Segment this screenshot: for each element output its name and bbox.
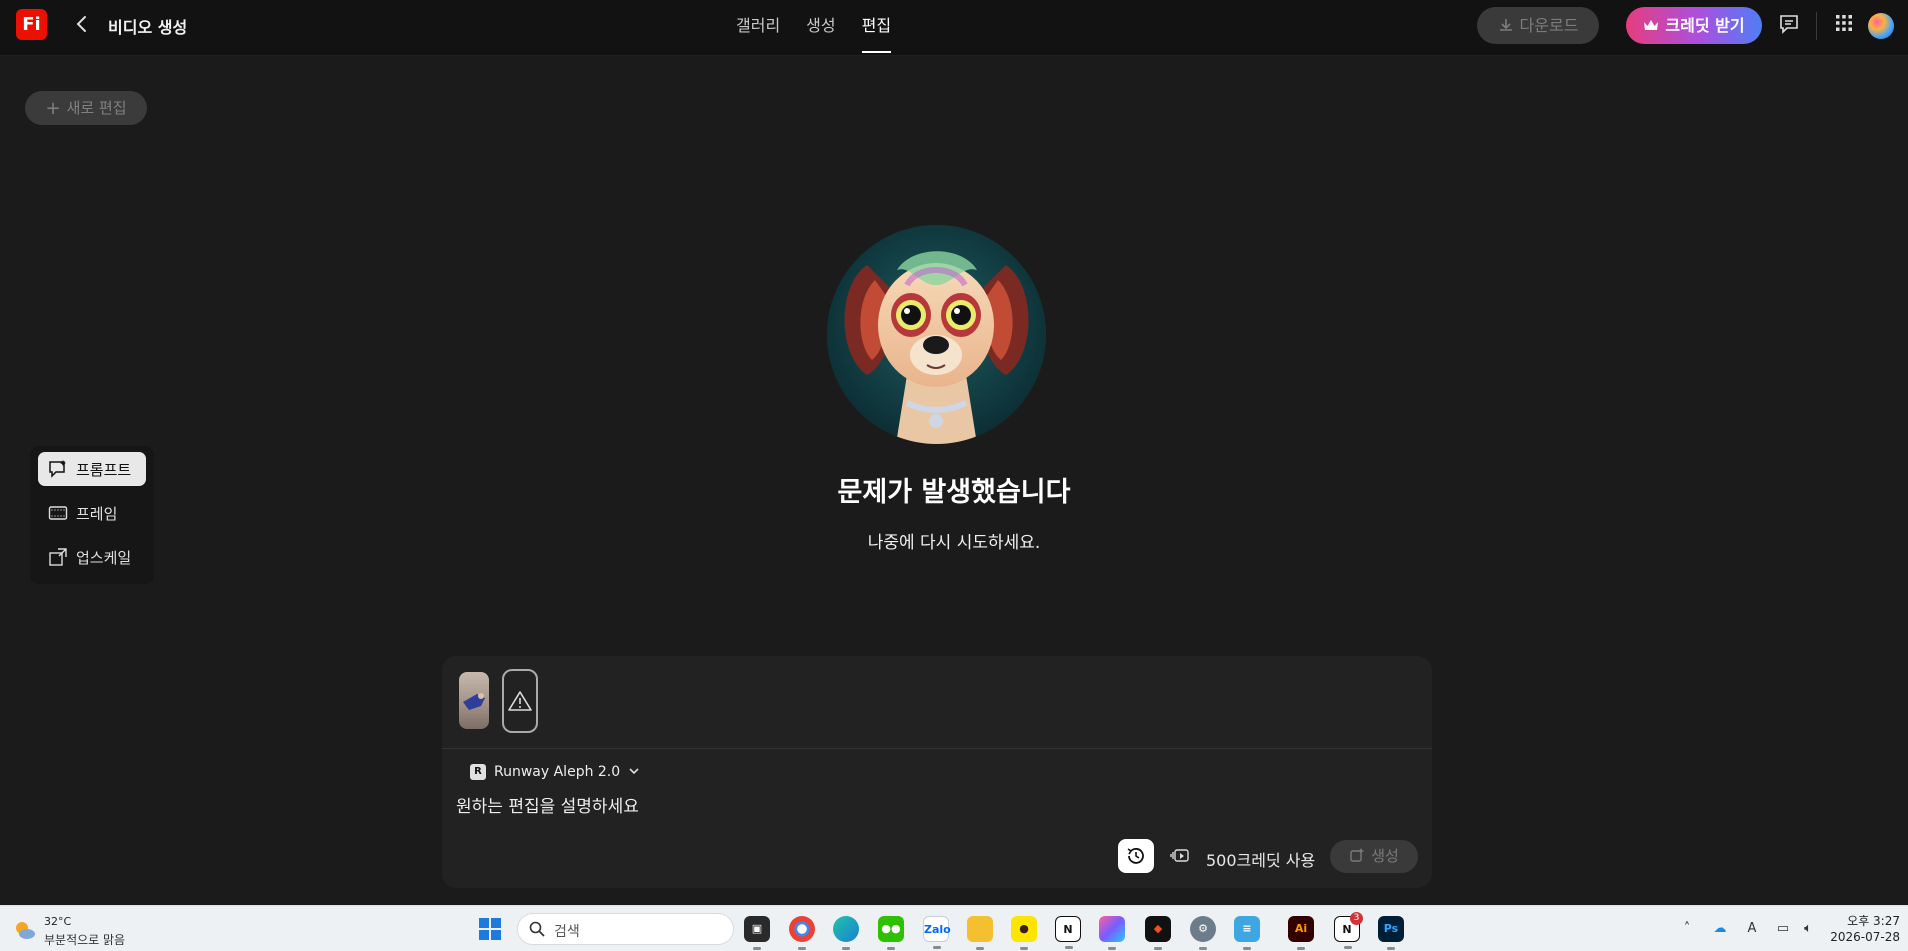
warning-icon [508, 691, 532, 711]
download-button[interactable]: 다운로드 [1477, 7, 1599, 44]
weather-widget[interactable]: 32°C 부분적으로 맑음 [12, 914, 162, 947]
wechat-icon[interactable]: ●● [878, 916, 904, 950]
get-credits-button[interactable]: 크레딧 받기 [1626, 7, 1762, 44]
history-icon [1127, 848, 1144, 864]
download-icon [1499, 19, 1512, 31]
new-edit-button[interactable]: + 새로 편집 [25, 91, 147, 125]
tab-generate[interactable]: 생성 [806, 0, 835, 56]
onedrive-cloud-icon[interactable]: ☁ [1711, 920, 1729, 938]
clock-time: 오후 3:27 [1847, 914, 1900, 928]
windows-taskbar: 32°C 부분적으로 맑음 검색 ▣ ●● Zalo ● N ◆ ⚙ ≡ Ai … [0, 905, 1908, 951]
mode-tabs: 갤러리 생성 편집 [736, 0, 892, 56]
kakaotalk-icon[interactable]: ● [1011, 916, 1037, 950]
notion-icon[interactable]: N [1055, 916, 1081, 949]
illustrator-icon[interactable]: Ai [1288, 916, 1314, 950]
creative-cloud-icon[interactable] [1099, 916, 1125, 950]
zalo-icon[interactable]: Zalo [923, 916, 951, 949]
generate-label: 생성 [1371, 847, 1399, 865]
network-icon[interactable]: ▭ [1774, 920, 1792, 938]
model-name: Runway Aleph 2.0 [494, 764, 621, 780]
weather-temperature: 32°C [44, 915, 72, 928]
task-view-icon[interactable]: ▣ [744, 916, 770, 950]
page-title: 비디오 생성 [108, 18, 188, 37]
chrome-icon[interactable] [789, 916, 815, 950]
settings-gear-icon[interactable]: ⚙ [1190, 916, 1216, 950]
top-header: Fi 비디오 생성 갤러리 생성 편집 다운로드 크레딧 받기 [0, 0, 1908, 56]
prompt-input[interactable] [456, 792, 1356, 822]
ime-indicator-icon[interactable]: A [1743, 920, 1761, 938]
taskbar-search-placeholder: 검색 [554, 924, 580, 940]
model-selector[interactable]: R Runway Aleph 2.0 [470, 761, 640, 783]
edit-tool-panel: 프롬프트 프레임 업스케일 [30, 446, 154, 584]
header-divider [1816, 12, 1817, 40]
generate-icon [1350, 848, 1365, 862]
notepad-icon[interactable]: ≡ [1234, 916, 1260, 950]
failed-result-thumbnail[interactable] [502, 669, 538, 733]
new-edit-label: 새로 편집 [66, 99, 127, 117]
windows-start-icon[interactable] [479, 918, 501, 940]
chevron-down-icon [628, 765, 640, 780]
credits-icon [1170, 845, 1192, 867]
notification-badge: 3 [1350, 912, 1363, 925]
generate-button[interactable]: 생성 [1330, 840, 1418, 873]
error-illustration [827, 225, 1046, 444]
taskbar-search[interactable]: 검색 [517, 913, 734, 945]
figma-icon[interactable]: ◆ [1145, 916, 1171, 950]
volume-icon[interactable]: 🔈︎ [1799, 920, 1817, 938]
chevron-up-icon[interactable]: ˄ [1678, 920, 1696, 938]
prompt-panel: R Runway Aleph 2.0 500크레딧 사용 생성 [442, 656, 1432, 888]
partly-sunny-icon [16, 922, 35, 939]
feedback-icon[interactable] [1777, 13, 1801, 37]
firefly-logo[interactable]: Fi [16, 9, 47, 40]
reference-video-thumbnail[interactable] [459, 672, 489, 729]
get-credits-label: 크레딧 받기 [1665, 16, 1745, 35]
clock-date: 2026-07-28 [1830, 930, 1900, 944]
tab-edit[interactable]: 편집 [861, 0, 892, 56]
runway-logo-icon: R [470, 764, 486, 780]
user-avatar[interactable] [1868, 13, 1894, 39]
tab-gallery[interactable]: 갤러리 [736, 0, 780, 56]
edge-icon[interactable] [833, 916, 859, 950]
apps-grid-icon[interactable] [1832, 13, 1856, 37]
system-clock[interactable]: 오후 3:27 2026-07-28 [1826, 913, 1900, 945]
file-explorer-icon[interactable] [967, 916, 993, 950]
prompt-divider [442, 748, 1432, 749]
photoshop-icon[interactable]: Ps [1378, 916, 1404, 950]
chevron-left-icon [76, 16, 86, 32]
crown-icon [1644, 20, 1659, 30]
weather-condition: 부분적으로 맑음 [44, 933, 126, 947]
error-subtitle: 나중에 다시 시도하세요. [867, 533, 1041, 553]
plus-icon: + [45, 98, 61, 119]
credits-cost-label: 500크레딧 사용 [1206, 851, 1316, 870]
error-title: 문제가 발생했습니다 [837, 477, 1071, 508]
download-label: 다운로드 [1519, 16, 1579, 35]
search-icon [529, 921, 545, 937]
back-button[interactable] [70, 12, 94, 36]
history-button[interactable] [1118, 839, 1154, 873]
